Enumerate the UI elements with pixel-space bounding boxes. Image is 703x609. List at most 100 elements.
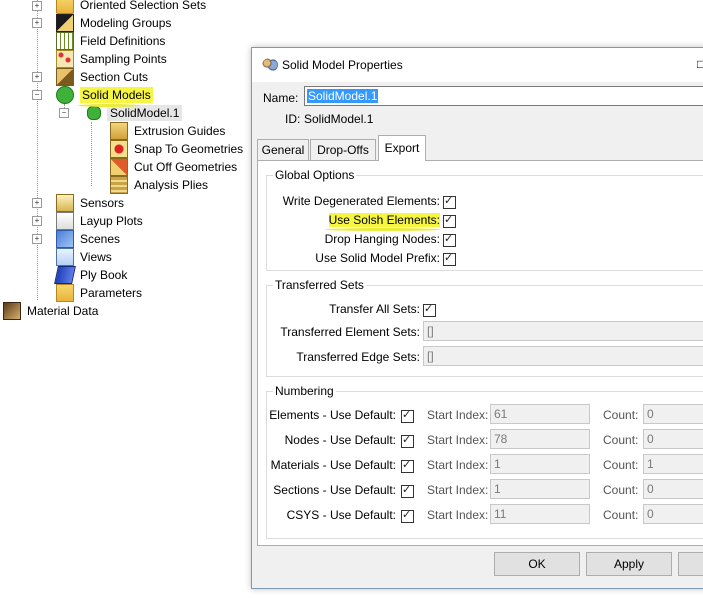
tree-item-label: Material Data [27, 304, 99, 318]
csys-default-label: CSYS - Use Default: [286, 508, 396, 522]
expand-toggle[interactable]: + [32, 18, 42, 28]
sections-default-checkbox[interactable] [401, 483, 414, 498]
element-sets-field[interactable]: [] [423, 321, 703, 341]
count-label: Count: [603, 483, 639, 497]
name-label: Name: [263, 91, 299, 105]
edge-sets-field[interactable]: [] [423, 346, 703, 366]
global-options-group: Global Options Write Degenerated Element… [266, 168, 703, 271]
drop-hanging-nodes-label: Drop Hanging Nodes: [324, 232, 440, 246]
elements-count-field[interactable]: 0 [643, 404, 703, 424]
count-label: Count: [603, 408, 639, 422]
sampling-points-icon [56, 50, 74, 68]
tree-item-cut-off-geometries[interactable]: Cut Off Geometries [110, 158, 237, 176]
elements-default-checkbox[interactable] [401, 408, 414, 423]
expand-toggle[interactable]: + [32, 72, 42, 82]
tab-drop-offs[interactable]: Drop-Offs [310, 139, 376, 161]
cancel-button[interactable] [678, 552, 703, 576]
materials-start-index-field[interactable]: 1 [490, 454, 590, 474]
tree-item-label: Section Cuts [80, 70, 149, 84]
maximize-icon[interactable]: □ [697, 57, 703, 71]
write-degenerated-checkbox[interactable] [443, 194, 456, 209]
tree-item-extrusion-guides[interactable]: Extrusion Guides [110, 122, 225, 140]
scenes-icon [56, 230, 74, 248]
project-tree: + + + − − + + + Oriented Selection Sets … [0, 0, 260, 609]
material-data-icon [3, 302, 21, 320]
name-input[interactable]: SolidModel.1 [304, 86, 703, 106]
tree-item-label: Oriented Selection Sets [80, 0, 207, 12]
collapse-toggle[interactable]: − [32, 90, 42, 100]
tab-export[interactable]: Export [378, 135, 426, 161]
nodes-count-field[interactable]: 0 [643, 429, 703, 449]
tree-item-modeling-groups[interactable]: Modeling Groups [56, 14, 171, 32]
start-index-label: Start Index: [427, 508, 489, 522]
nodes-default-checkbox[interactable] [401, 433, 414, 448]
sections-count-field[interactable]: 0 [643, 479, 703, 499]
tree-item-label: Layup Plots [80, 214, 143, 228]
tree-item-sampling-points[interactable]: Sampling Points [56, 50, 167, 68]
ok-button[interactable]: OK [494, 552, 580, 576]
drop-hanging-nodes-checkbox[interactable] [443, 232, 456, 247]
expand-toggle[interactable]: + [32, 216, 42, 226]
id-label: ID: [285, 112, 301, 126]
apply-button[interactable]: Apply [586, 552, 672, 576]
materials-default-checkbox[interactable] [401, 458, 414, 473]
tab-general[interactable]: General [257, 139, 309, 161]
tree-item-label: Field Definitions [80, 34, 166, 48]
extrusion-guides-icon [110, 122, 128, 140]
tree-item-section-cuts[interactable]: Section Cuts [56, 68, 148, 86]
elements-start-index-field[interactable]: 61 [490, 404, 590, 424]
expand-toggle[interactable]: + [32, 1, 42, 11]
nodes-start-index-field[interactable]: 78 [490, 429, 590, 449]
tree-item-label: Sampling Points [80, 52, 167, 66]
views-icon [56, 248, 74, 266]
solid-models-icon [56, 86, 74, 104]
app-icon [262, 58, 278, 72]
tree-item-label: Cut Off Geometries [134, 160, 238, 174]
highlight-underline [78, 104, 140, 107]
layup-plots-icon [56, 212, 74, 230]
collapse-toggle[interactable]: − [59, 108, 69, 118]
materials-default-label: Materials - Use Default: [270, 458, 396, 472]
tree-item-layup-plots[interactable]: Layup Plots [56, 212, 143, 230]
tree-item-label: SolidModel.1 [107, 105, 183, 121]
transfer-all-checkbox[interactable] [423, 302, 436, 317]
materials-count-field[interactable]: 1 [643, 454, 703, 474]
use-solsh-label: Use Solsh Elements: [328, 213, 440, 227]
expand-toggle[interactable]: + [32, 198, 42, 208]
tree-item-oriented-selection-sets[interactable]: Oriented Selection Sets [56, 0, 206, 14]
parameters-icon [56, 284, 74, 302]
tree-item-views[interactable]: Views [56, 248, 112, 266]
tree-item-solid-models[interactable]: Solid Models [56, 86, 153, 104]
title-bar[interactable]: Solid Model Properties □ [252, 48, 703, 82]
section-cuts-icon [56, 68, 74, 86]
element-sets-label: Transferred Element Sets: [280, 325, 420, 339]
numbering-group: Numbering Elements - Use Default: Start … [266, 384, 703, 539]
use-solsh-checkbox[interactable] [443, 213, 456, 228]
group-title: Transferred Sets [273, 278, 366, 292]
id-value: SolidModel.1 [304, 112, 374, 126]
csys-start-index-field[interactable]: 11 [490, 504, 590, 524]
transfer-all-label: Transfer All Sets: [329, 302, 420, 316]
tree-connector [37, 0, 38, 300]
expand-toggle[interactable]: + [32, 234, 42, 244]
tree-item-field-definitions[interactable]: Field Definitions [56, 32, 165, 50]
tree-item-label: Sensors [80, 196, 125, 210]
tree-item-scenes[interactable]: Scenes [56, 230, 120, 248]
tree-item-sensors[interactable]: Sensors [56, 194, 124, 212]
tree-item-label: Parameters [80, 286, 143, 300]
csys-count-field[interactable]: 0 [643, 504, 703, 524]
tree-item-analysis-plies[interactable]: Analysis Plies [110, 176, 208, 194]
sections-default-label: Sections - Use Default: [273, 483, 396, 497]
sections-start-index-field[interactable]: 1 [490, 479, 590, 499]
start-index-label: Start Index: [427, 408, 489, 422]
solid-model-properties-dialog: Solid Model Properties □ Name: SolidMode… [251, 47, 703, 589]
tree-connector [91, 122, 92, 186]
solid-model-icon [87, 106, 101, 120]
elements-default-label: Elements - Use Default: [269, 408, 396, 422]
csys-default-checkbox[interactable] [401, 508, 414, 523]
use-prefix-checkbox[interactable] [443, 251, 456, 266]
tree-item-material-data[interactable]: Material Data [3, 302, 98, 320]
tree-item-snap-to-geometries[interactable]: Snap To Geometries [110, 140, 243, 158]
tree-item-ply-book[interactable]: Ply Book [54, 266, 127, 284]
tree-item-parameters[interactable]: Parameters [56, 284, 142, 302]
